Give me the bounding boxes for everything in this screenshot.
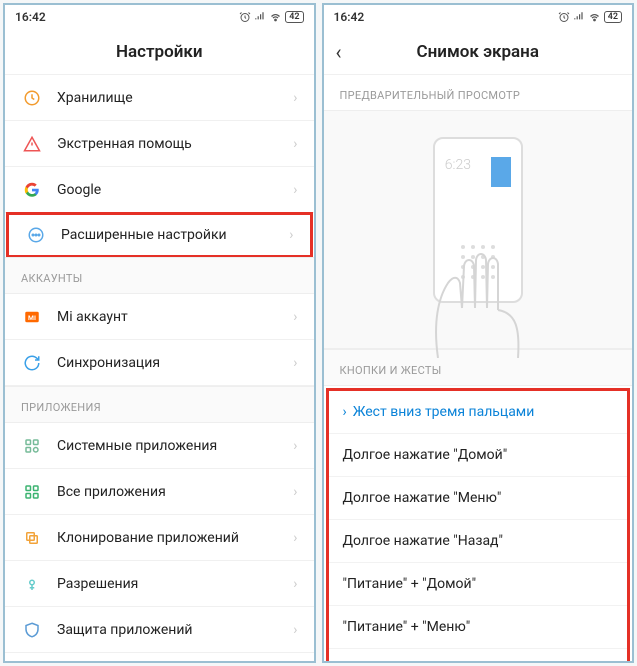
option-power-menu[interactable]: "Питание" + "Меню" [329,606,628,649]
right-screen: 16:42 42 ‹ Снимок экрана ПРЕДВАРИТЕЛЬНЫЙ… [322,3,635,663]
status-icons: 42 [558,11,622,23]
section-apps: ПРИЛОЖЕНИЯ [5,386,314,423]
header: Настройки [5,29,314,75]
battery-icon: 42 [604,11,622,23]
row-report[interactable]: Отчет › [5,653,314,661]
svg-text:MI: MI [28,314,36,322]
row-label: Google [57,182,293,198]
battery-icon: 42 [285,11,303,23]
section-preview: ПРЕДВАРИТЕЛЬНЫЙ ПРОСМОТР [324,75,633,111]
row-system-apps[interactable]: Системные приложения › [5,423,314,469]
status-bar: 16:42 42 [5,5,314,29]
system-apps-icon [21,435,43,457]
google-icon [21,179,43,201]
row-clone-apps[interactable]: Клонирование приложений › [5,515,314,561]
chevron-right-icon: › [293,90,297,106]
chevron-right-icon: › [293,530,297,546]
status-icons: 42 [239,11,303,23]
row-label: Экстренная помощь [57,136,293,152]
check-icon: › [343,404,347,420]
row-label: Синхронизация [57,355,293,371]
shield-icon [21,619,43,641]
header: ‹ Снимок экрана [324,29,633,75]
row-google[interactable]: Google › [5,167,314,213]
row-permissions[interactable]: Разрешения › [5,561,314,607]
row-label: Клонирование приложений [57,530,293,546]
mi-icon: MI [21,306,43,328]
option-power-back[interactable]: "Питание" + "Назад" [329,649,628,661]
more-icon [25,224,47,246]
gesture-options-list: › Жест вниз тремя пальцами Долгое нажати… [326,388,631,661]
row-label: Разрешения [57,576,293,592]
row-label: Хранилище [57,90,293,106]
screenshot-settings: ПРЕДВАРИТЕЛЬНЫЙ ПРОСМОТР 6:23 КНОПКИ И Ж… [324,75,633,661]
preview-highlight [491,157,511,187]
clone-icon [21,527,43,549]
page-title: Снимок экрана [417,42,539,62]
row-sync[interactable]: Синхронизация › [5,340,314,386]
settings-list[interactable]: Хранилище › Экстренная помощь › Google ›… [5,75,314,661]
alarm-icon [558,11,570,23]
chevron-right-icon: › [293,182,297,198]
chevron-right-icon: › [293,438,297,454]
storage-icon [21,87,43,109]
option-label: Долгое нажатие "Домой" [343,447,508,463]
alarm-icon [239,11,251,23]
hand-icon [398,228,558,358]
chevron-right-icon: › [289,227,293,243]
wifi-icon [269,11,282,23]
status-time: 16:42 [15,10,46,24]
signal-icon [573,11,585,23]
row-label: Mi аккаунт [57,309,293,325]
chevron-right-icon: › [293,622,297,638]
chevron-right-icon: › [293,309,297,325]
option-long-press-back[interactable]: Долгое нажатие "Назад" [329,520,628,563]
row-label: Системные приложения [57,438,293,454]
preview-time: 6:23 [445,157,471,173]
chevron-right-icon: › [293,484,297,500]
row-advanced-settings[interactable]: Расширенные настройки › [6,212,313,258]
row-label: Защита приложений [57,622,293,638]
option-label: Долгое нажатие "Меню" [343,490,502,506]
row-label: Все приложения [57,484,293,500]
option-long-press-home[interactable]: Долгое нажатие "Домой" [329,434,628,477]
option-label: Долгое нажатие "Назад" [343,533,504,549]
page-title: Настройки [116,42,203,62]
left-screen: 16:42 42 Настройки Хранилище › Экстренна… [3,3,316,663]
chevron-right-icon: › [293,355,297,371]
status-time: 16:42 [334,10,365,24]
row-all-apps[interactable]: Все приложения › [5,469,314,515]
row-label: Расширенные настройки [61,227,289,243]
option-long-press-menu[interactable]: Долгое нажатие "Меню" [329,477,628,520]
option-label: "Питание" + "Домой" [343,576,477,592]
wifi-icon [588,11,601,23]
apps-icon [21,481,43,503]
option-power-home[interactable]: "Питание" + "Домой" [329,563,628,606]
option-label: Жест вниз тремя пальцами [353,404,535,420]
row-storage[interactable]: Хранилище › [5,75,314,121]
back-button[interactable]: ‹ [336,40,342,64]
preview-illustration: 6:23 [324,111,633,349]
row-app-protection[interactable]: Защита приложений › [5,607,314,653]
emergency-icon [21,133,43,155]
option-three-finger-swipe[interactable]: › Жест вниз тремя пальцами [329,391,628,434]
chevron-right-icon: › [293,136,297,152]
chevron-right-icon: › [293,576,297,592]
row-mi-account[interactable]: MI Mi аккаунт › [5,294,314,340]
sync-icon [21,352,43,374]
section-accounts: АККАУНТЫ [5,257,314,294]
status-bar: 16:42 42 [324,5,633,29]
permissions-icon [21,573,43,595]
signal-icon [254,11,266,23]
row-emergency[interactable]: Экстренная помощь › [5,121,314,167]
option-label: "Питание" + "Меню" [343,619,471,635]
